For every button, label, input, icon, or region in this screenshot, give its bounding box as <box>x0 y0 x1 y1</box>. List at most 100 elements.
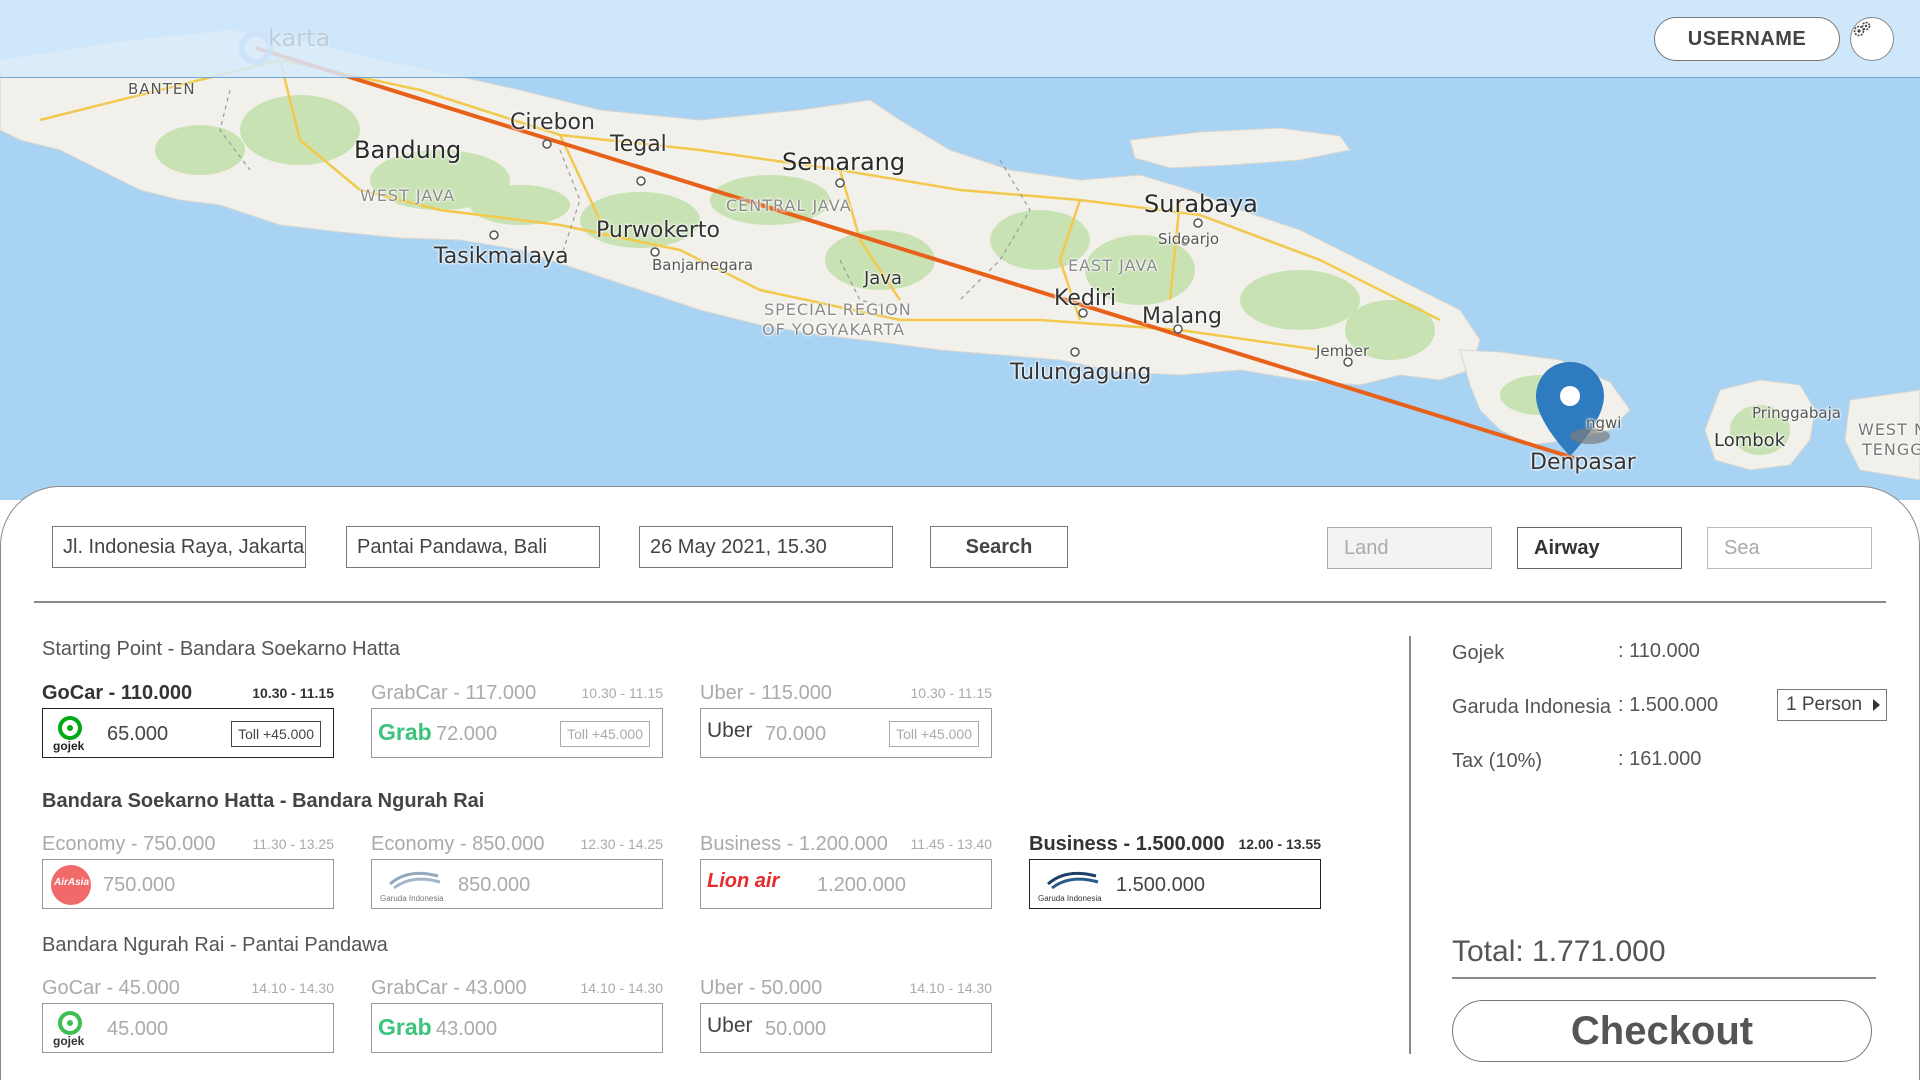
option-time: 11.45 - 13.40 <box>910 836 992 852</box>
checkout-button[interactable]: Checkout <box>1452 1000 1872 1062</box>
map-label-malang: Malang <box>1142 304 1222 329</box>
option-label: Uber - 50.000 <box>700 977 823 999</box>
map-label-east-java: EAST JAVA <box>1068 256 1159 275</box>
option-gocar-start[interactable]: GoCar - 110.000 10.30 - 11.15 gojek 65.0… <box>42 682 334 758</box>
option-time: 10.30 - 11.15 <box>910 685 992 701</box>
grab-logo: Grab <box>378 719 432 745</box>
option-label: GrabCar - 117.000 <box>371 682 537 704</box>
option-time: 10.30 - 11.15 <box>581 685 663 701</box>
persons-dropdown[interactable]: 1 Person <box>1777 689 1887 721</box>
option-time: 12.30 - 14.25 <box>580 836 663 852</box>
airasia-logo: AirAsia <box>51 865 91 905</box>
option-box[interactable]: gojek 65.000 Toll +45.000 <box>42 708 334 758</box>
option-price: 45.000 <box>107 1018 169 1040</box>
username-button[interactable]: USERNAME <box>1654 17 1840 61</box>
gojek-logo: gojek <box>49 1010 91 1048</box>
option-price: 1.500.000 <box>1116 874 1205 896</box>
option-garuda-business[interactable]: Business - 1.500.000 12.00 - 13.55 Garud… <box>1029 833 1321 909</box>
option-box[interactable]: Garuda Indonesia 850.000 <box>371 859 663 909</box>
option-uber-start[interactable]: Uber - 115.000 10.30 - 11.15 Uber 70.000… <box>700 682 992 758</box>
option-label: Economy - 850.000 <box>371 833 545 855</box>
option-price: 850.000 <box>458 874 531 896</box>
map-label-central-java: CENTRAL JAVA <box>726 196 852 215</box>
option-price: 72.000 <box>436 723 498 745</box>
map-label-tasikmalaya: Tasikmalaya <box>434 244 569 269</box>
summary-key-tax: Tax (10%) <box>1452 750 1543 772</box>
total-amount: Total: 1.771.000 <box>1452 935 1666 968</box>
search-button[interactable]: Search <box>930 526 1068 568</box>
toll-badge: Toll +45.000 <box>231 721 321 747</box>
map-label-tegal: Tegal <box>610 132 667 157</box>
gear-icon <box>1853 21 1871 37</box>
option-label: GoCar - 110.000 <box>42 682 193 704</box>
caret-right-icon <box>1873 699 1880 711</box>
divider <box>34 601 1886 603</box>
grab-logo: Grab <box>378 1014 432 1040</box>
option-price: 65.000 <box>107 723 169 745</box>
option-box[interactable]: Uber 50.000 <box>700 1003 992 1053</box>
option-label: Business - 1.500.000 <box>1029 833 1225 855</box>
option-gocar-end[interactable]: GoCar - 45.000 14.10 - 14.30 gojek 45.00… <box>42 977 334 1053</box>
top-bar <box>0 0 1920 78</box>
map-label-bali-town: ngwi <box>1586 414 1622 432</box>
option-time: 10.30 - 11.15 <box>252 685 334 701</box>
mode-airway-button[interactable]: Airway <box>1517 527 1682 569</box>
option-label: GrabCar - 43.000 <box>371 977 527 999</box>
toll-badge: Toll +45.000 <box>560 721 650 747</box>
summary-key-gojek: Gojek <box>1452 642 1505 664</box>
option-box[interactable]: Lion air 1.200.000 <box>700 859 992 909</box>
origin-input[interactable]: Jl. Indonesia Raya, Jakarta <box>52 526 306 568</box>
map-label-west-java: WEST JAVA <box>360 186 456 205</box>
map-label-banjarnegara: Banjarnegara <box>652 256 754 274</box>
option-time: 12.00 - 13.55 <box>1238 836 1321 852</box>
mode-sea-button[interactable]: Sea <box>1707 527 1872 569</box>
map-label-tenggara: TENGG <box>1862 440 1920 459</box>
garuda-logo: Garuda Indonesia <box>1036 866 1106 904</box>
map-label-jember: Jember <box>1316 342 1370 360</box>
section-title-2: Bandara Soekarno Hatta - Bandara Ngurah … <box>42 790 485 812</box>
toll-badge: Toll +45.000 <box>889 721 979 747</box>
option-label: Economy - 750.000 <box>42 833 216 855</box>
summary-key-garuda: Garuda Indonesia <box>1452 696 1612 718</box>
map-label-purwokerto: Purwokerto <box>596 218 720 243</box>
settings-button[interactable] <box>1850 17 1894 61</box>
total-underline <box>1452 977 1876 979</box>
option-grabcar-end[interactable]: GrabCar - 43.000 14.10 - 14.30 Grab 43.0… <box>371 977 663 1053</box>
uber-logo: Uber <box>707 1014 753 1037</box>
destination-input[interactable]: Pantai Pandawa, Bali <box>346 526 600 568</box>
option-grabcar-start[interactable]: GrabCar - 117.000 10.30 - 11.15 Grab 72.… <box>371 682 663 758</box>
route-map[interactable]: karta BANTEN Cirebon Tegal Bandung WEST … <box>0 0 1920 500</box>
option-box[interactable]: AirAsia 750.000 <box>42 859 334 909</box>
datetime-input[interactable]: 26 May 2021, 15.30 <box>639 526 893 568</box>
option-box[interactable]: Garuda Indonesia 1.500.000 <box>1029 859 1321 909</box>
option-box[interactable]: Uber 70.000 Toll +45.000 <box>700 708 992 758</box>
option-price: 1.200.000 <box>817 874 906 896</box>
map-label-west-tenggara: WEST N <box>1858 420 1920 439</box>
madura-island <box>1129 127 1351 169</box>
option-box[interactable]: Grab 72.000 Toll +45.000 <box>371 708 663 758</box>
option-airasia[interactable]: Economy - 750.000 11.30 - 13.25 AirAsia … <box>42 833 334 909</box>
map-label-special-region: SPECIAL REGION <box>764 300 912 319</box>
option-label: Business - 1.200.000 <box>700 833 888 855</box>
option-garuda-economy[interactable]: Economy - 850.000 12.30 - 14.25 Garuda I… <box>371 833 663 909</box>
lionair-logo: Lion air <box>707 870 780 892</box>
map-label-kediri: Kediri <box>1054 286 1117 311</box>
option-box[interactable]: Grab 43.000 <box>371 1003 663 1053</box>
garuda-logo: Garuda Indonesia <box>378 866 448 904</box>
option-price: 43.000 <box>436 1018 498 1040</box>
map-label-sidoarjo: Sidoarjo <box>1158 230 1220 248</box>
option-box[interactable]: gojek 45.000 <box>42 1003 334 1053</box>
map-label-yogyakarta: OF YOGYAKARTA <box>762 320 906 339</box>
map-label-lombok: Lombok <box>1714 430 1786 451</box>
option-price: 70.000 <box>765 723 827 745</box>
option-lionair[interactable]: Business - 1.200.000 11.45 - 13.40 Lion … <box>700 833 992 909</box>
map-label-java: Java <box>864 268 903 289</box>
section-title-3: Bandara Ngurah Rai - Pantai Pandawa <box>42 934 388 956</box>
gojek-logo: gojek <box>49 715 91 753</box>
mode-land-button[interactable]: Land <box>1327 527 1492 569</box>
option-time: 14.10 - 14.30 <box>909 980 992 996</box>
option-price: 750.000 <box>103 874 176 896</box>
option-uber-end[interactable]: Uber - 50.000 14.10 - 14.30 Uber 50.000 <box>700 977 992 1053</box>
option-time: 14.10 - 14.30 <box>251 980 334 996</box>
option-time: 11.30 - 13.25 <box>252 836 334 852</box>
